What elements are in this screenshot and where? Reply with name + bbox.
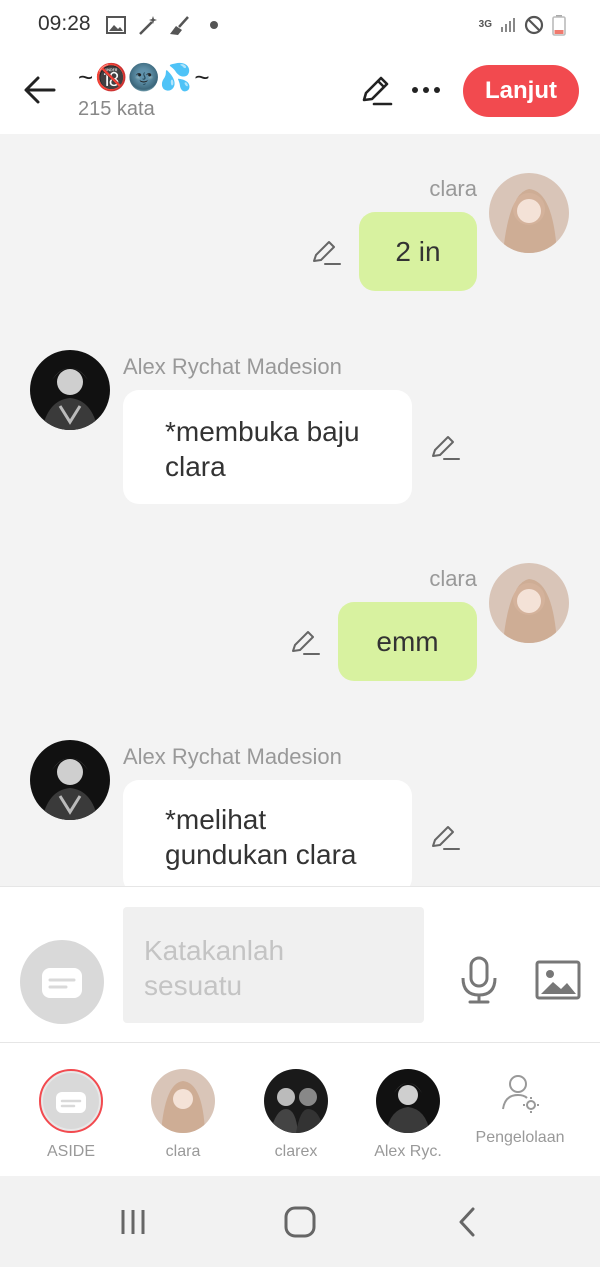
character-clarex[interactable]: clarex bbox=[241, 1043, 351, 1177]
message-bubble[interactable]: emm bbox=[338, 602, 477, 681]
edit-message-icon[interactable] bbox=[311, 237, 341, 267]
avatar bbox=[151, 1069, 215, 1133]
edit-message-icon[interactable] bbox=[290, 627, 320, 657]
title-block[interactable]: ~ 🔞🌚💦 ~ 215 kata bbox=[78, 60, 210, 121]
word-count: 215 kata bbox=[78, 98, 155, 120]
sender-name: Alex Rychat Madesion bbox=[123, 354, 342, 379]
character-clara[interactable]: clara bbox=[128, 1043, 238, 1177]
system-nav-bar bbox=[0, 1176, 600, 1267]
edit-pencil-icon[interactable] bbox=[358, 72, 394, 108]
status-icons-right: 3G bbox=[479, 14, 566, 36]
aside-icon bbox=[43, 1073, 99, 1129]
magic-wand-icon bbox=[139, 16, 157, 35]
avatar-clara[interactable] bbox=[489, 563, 569, 643]
message-line: gundukan clara bbox=[165, 839, 357, 870]
gallery-notification-icon bbox=[106, 16, 126, 34]
character-aside[interactable]: ASIDE bbox=[16, 1043, 126, 1177]
microphone-icon[interactable] bbox=[458, 955, 500, 1005]
input-placeholder-line: Katakanlah bbox=[144, 935, 285, 966]
image-upload-icon[interactable] bbox=[535, 959, 581, 1001]
cleaner-icon bbox=[170, 16, 189, 35]
more-options-icon[interactable] bbox=[408, 78, 444, 102]
recent-apps-icon[interactable] bbox=[115, 1204, 151, 1240]
input-placeholder-line: sesuatu bbox=[144, 970, 243, 1001]
user-settings-icon bbox=[502, 1075, 539, 1113]
continue-button[interactable]: Lanjut bbox=[463, 65, 579, 117]
chat-title: ~ 🔞🌚💦 ~ bbox=[78, 60, 210, 94]
message-bubble[interactable]: *melihat gundukan clara bbox=[123, 780, 412, 886]
avatar-clara[interactable] bbox=[489, 173, 569, 253]
do-not-disturb-icon bbox=[524, 15, 544, 35]
sender-name: clara bbox=[429, 176, 477, 201]
message-line: clara bbox=[165, 451, 226, 482]
character-alex[interactable]: Alex Ryc. bbox=[353, 1043, 463, 1177]
avatar bbox=[264, 1069, 328, 1133]
message-line: *melihat bbox=[165, 804, 267, 835]
edit-message-icon[interactable] bbox=[430, 432, 460, 462]
avatar-alex[interactable] bbox=[30, 740, 110, 820]
character-management[interactable]: Pengelolaan bbox=[465, 1043, 575, 1177]
character-label: Pengelolaan bbox=[475, 1129, 565, 1146]
message-line: *membuka baju bbox=[165, 416, 360, 447]
status-bar: 09:28 3G bbox=[0, 0, 600, 48]
title-suffix: ~ bbox=[194, 61, 210, 92]
back-icon[interactable] bbox=[450, 1204, 486, 1240]
aside-avatar bbox=[39, 1069, 103, 1133]
aside-toggle-button[interactable] bbox=[20, 940, 104, 1024]
chat-area[interactable]: clara 2 in Alex Rychat Madesion *membuka… bbox=[0, 134, 600, 886]
avatar bbox=[376, 1069, 440, 1133]
app-header: ~ 🔞🌚💦 ~ 215 kata Lanjut bbox=[0, 48, 600, 134]
character-label: clara bbox=[165, 1143, 201, 1160]
sender-name: Alex Rychat Madesion bbox=[123, 744, 342, 769]
back-arrow-icon[interactable] bbox=[20, 70, 60, 110]
message-bubble[interactable]: 2 in bbox=[359, 212, 477, 291]
aside-icon bbox=[42, 968, 82, 998]
composer: Katakanlah sesuatu bbox=[0, 886, 600, 1043]
signal-icon bbox=[501, 18, 515, 32]
network-type: 3G bbox=[478, 19, 492, 30]
character-label: ASIDE bbox=[46, 1143, 95, 1160]
dot-icon bbox=[210, 21, 218, 29]
title-prefix: ~ bbox=[78, 61, 94, 92]
message-bubble[interactable]: *membuka baju clara bbox=[123, 390, 412, 504]
character-label: clarex bbox=[274, 1143, 318, 1160]
status-time: 09:28 bbox=[38, 12, 91, 35]
character-label: Alex Ryc. bbox=[374, 1143, 442, 1160]
sender-name: clara bbox=[429, 566, 477, 591]
home-icon[interactable] bbox=[282, 1204, 318, 1240]
title-emoji: 🔞🌚💦 bbox=[95, 61, 193, 92]
battery-icon bbox=[552, 15, 566, 36]
edit-message-icon[interactable] bbox=[430, 822, 460, 852]
message-input[interactable]: Katakanlah sesuatu bbox=[123, 907, 424, 1023]
character-bar: ASIDE clara clarex Alex Ryc. Pengelolaan bbox=[0, 1042, 600, 1177]
avatar-alex[interactable] bbox=[30, 350, 110, 430]
status-icons-left bbox=[106, 14, 220, 36]
